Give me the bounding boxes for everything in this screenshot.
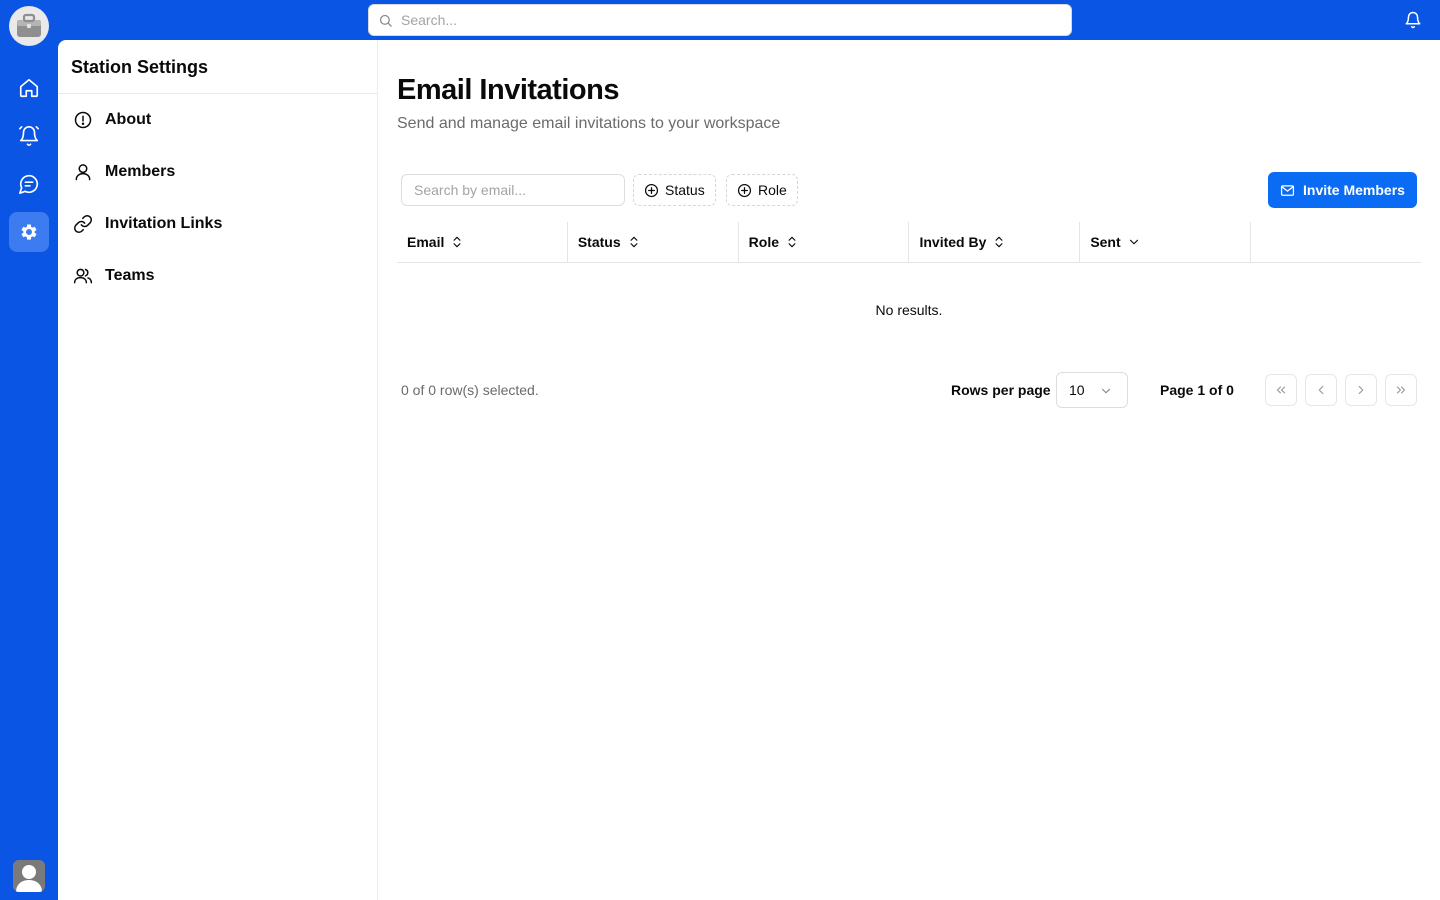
settings-nav-teams[interactable]: Teams xyxy=(58,250,377,302)
info-icon xyxy=(74,111,92,129)
chevron-down-icon xyxy=(1101,388,1111,394)
column-header-sent[interactable]: Sent xyxy=(1080,222,1252,262)
rows-per-page-select[interactable]: 10 xyxy=(1056,372,1128,408)
column-header-status[interactable]: Status xyxy=(568,222,739,262)
last-page-button[interactable] xyxy=(1385,374,1417,406)
main-content: Email Invitations Send and manage email … xyxy=(378,40,1440,900)
settings-nav-invitation-links[interactable]: Invitation Links xyxy=(58,198,377,250)
briefcase-icon xyxy=(17,13,41,37)
rows-per-page-value: 10 xyxy=(1069,382,1085,398)
selection-summary: 0 of 0 row(s) selected. xyxy=(401,382,539,398)
table-header: Email Status Role Invited By Sent xyxy=(397,222,1421,263)
sort-icon xyxy=(788,236,796,248)
rows-per-page-label: Rows per page xyxy=(951,382,1051,398)
invite-members-label: Invite Members xyxy=(1303,182,1405,198)
settings-nav-members[interactable]: Members xyxy=(58,146,377,198)
mail-icon xyxy=(1280,184,1295,196)
workspace-logo[interactable] xyxy=(9,6,49,46)
user-icon xyxy=(75,164,91,181)
notifications-button[interactable] xyxy=(1402,9,1424,31)
bell-icon xyxy=(19,126,39,146)
settings-nav-label: Teams xyxy=(105,267,155,284)
page-title: Email Invitations xyxy=(397,74,619,106)
sort-icon xyxy=(995,236,1003,248)
settings-nav-label: Members xyxy=(105,163,176,180)
chevron-left-icon xyxy=(1318,385,1324,395)
column-header-email[interactable]: Email xyxy=(397,222,568,262)
column-header-role[interactable]: Role xyxy=(739,222,910,262)
column-header-actions xyxy=(1251,222,1421,262)
global-search[interactable] xyxy=(368,4,1072,36)
column-header-label: Role xyxy=(748,234,779,250)
sort-icon xyxy=(630,236,638,248)
settings-nav-label: Invitation Links xyxy=(105,215,223,232)
next-page-button[interactable] xyxy=(1345,374,1377,406)
column-header-label: Status xyxy=(577,234,621,250)
search-icon xyxy=(379,14,392,27)
plus-circle-icon xyxy=(737,183,752,197)
table-empty-state: No results. xyxy=(875,302,943,318)
chevrons-right-icon xyxy=(1396,386,1406,394)
role-filter-label: Role xyxy=(758,182,787,198)
rail-home-button[interactable] xyxy=(9,68,49,108)
settings-nav: About Members Invitation Links Teams xyxy=(58,94,377,302)
rail-notifications-button[interactable] xyxy=(9,116,49,156)
top-bar xyxy=(0,0,1440,40)
column-header-label: Email xyxy=(407,234,445,250)
status-filter-label: Status xyxy=(665,182,705,198)
plus-circle-icon xyxy=(644,183,659,197)
sort-icon xyxy=(453,236,461,248)
chevron-right-icon xyxy=(1358,385,1364,395)
chat-icon xyxy=(19,174,39,194)
rail-settings-button[interactable] xyxy=(9,212,49,252)
email-filter-input[interactable] xyxy=(401,174,625,206)
status-filter-button[interactable]: Status xyxy=(633,174,716,206)
chevron-down-icon xyxy=(1129,239,1138,245)
app-rail xyxy=(0,0,58,900)
role-filter-button[interactable]: Role xyxy=(726,174,798,206)
previous-page-button[interactable] xyxy=(1305,374,1337,406)
chevrons-left-icon xyxy=(1276,386,1286,394)
invitations-table: Email Status Role Invited By Sent No res… xyxy=(397,222,1421,357)
column-header-label: Invited By xyxy=(919,234,987,250)
page-subtitle: Send and manage email invitations to you… xyxy=(397,115,781,132)
first-page-button[interactable] xyxy=(1265,374,1297,406)
global-search-input[interactable] xyxy=(401,12,1041,28)
settings-nav-label: About xyxy=(105,111,152,128)
invite-members-button[interactable]: Invite Members xyxy=(1268,172,1417,208)
page-indicator: Page 1 of 0 xyxy=(1160,382,1234,398)
column-header-invited-by[interactable]: Invited By xyxy=(909,222,1081,262)
rail-messages-button[interactable] xyxy=(9,164,49,204)
gear-icon xyxy=(21,224,37,240)
bell-icon xyxy=(1405,11,1421,29)
home-icon xyxy=(19,78,39,98)
settings-panel: Station Settings About Members Invitatio… xyxy=(58,40,378,900)
user-avatar[interactable] xyxy=(13,860,45,892)
settings-nav-about[interactable]: About xyxy=(58,94,377,146)
settings-title: Station Settings xyxy=(58,40,377,94)
avatar-silhouette-icon xyxy=(13,860,45,892)
column-header-label: Sent xyxy=(1090,234,1121,250)
link-icon xyxy=(73,214,93,234)
users-icon xyxy=(73,268,93,284)
